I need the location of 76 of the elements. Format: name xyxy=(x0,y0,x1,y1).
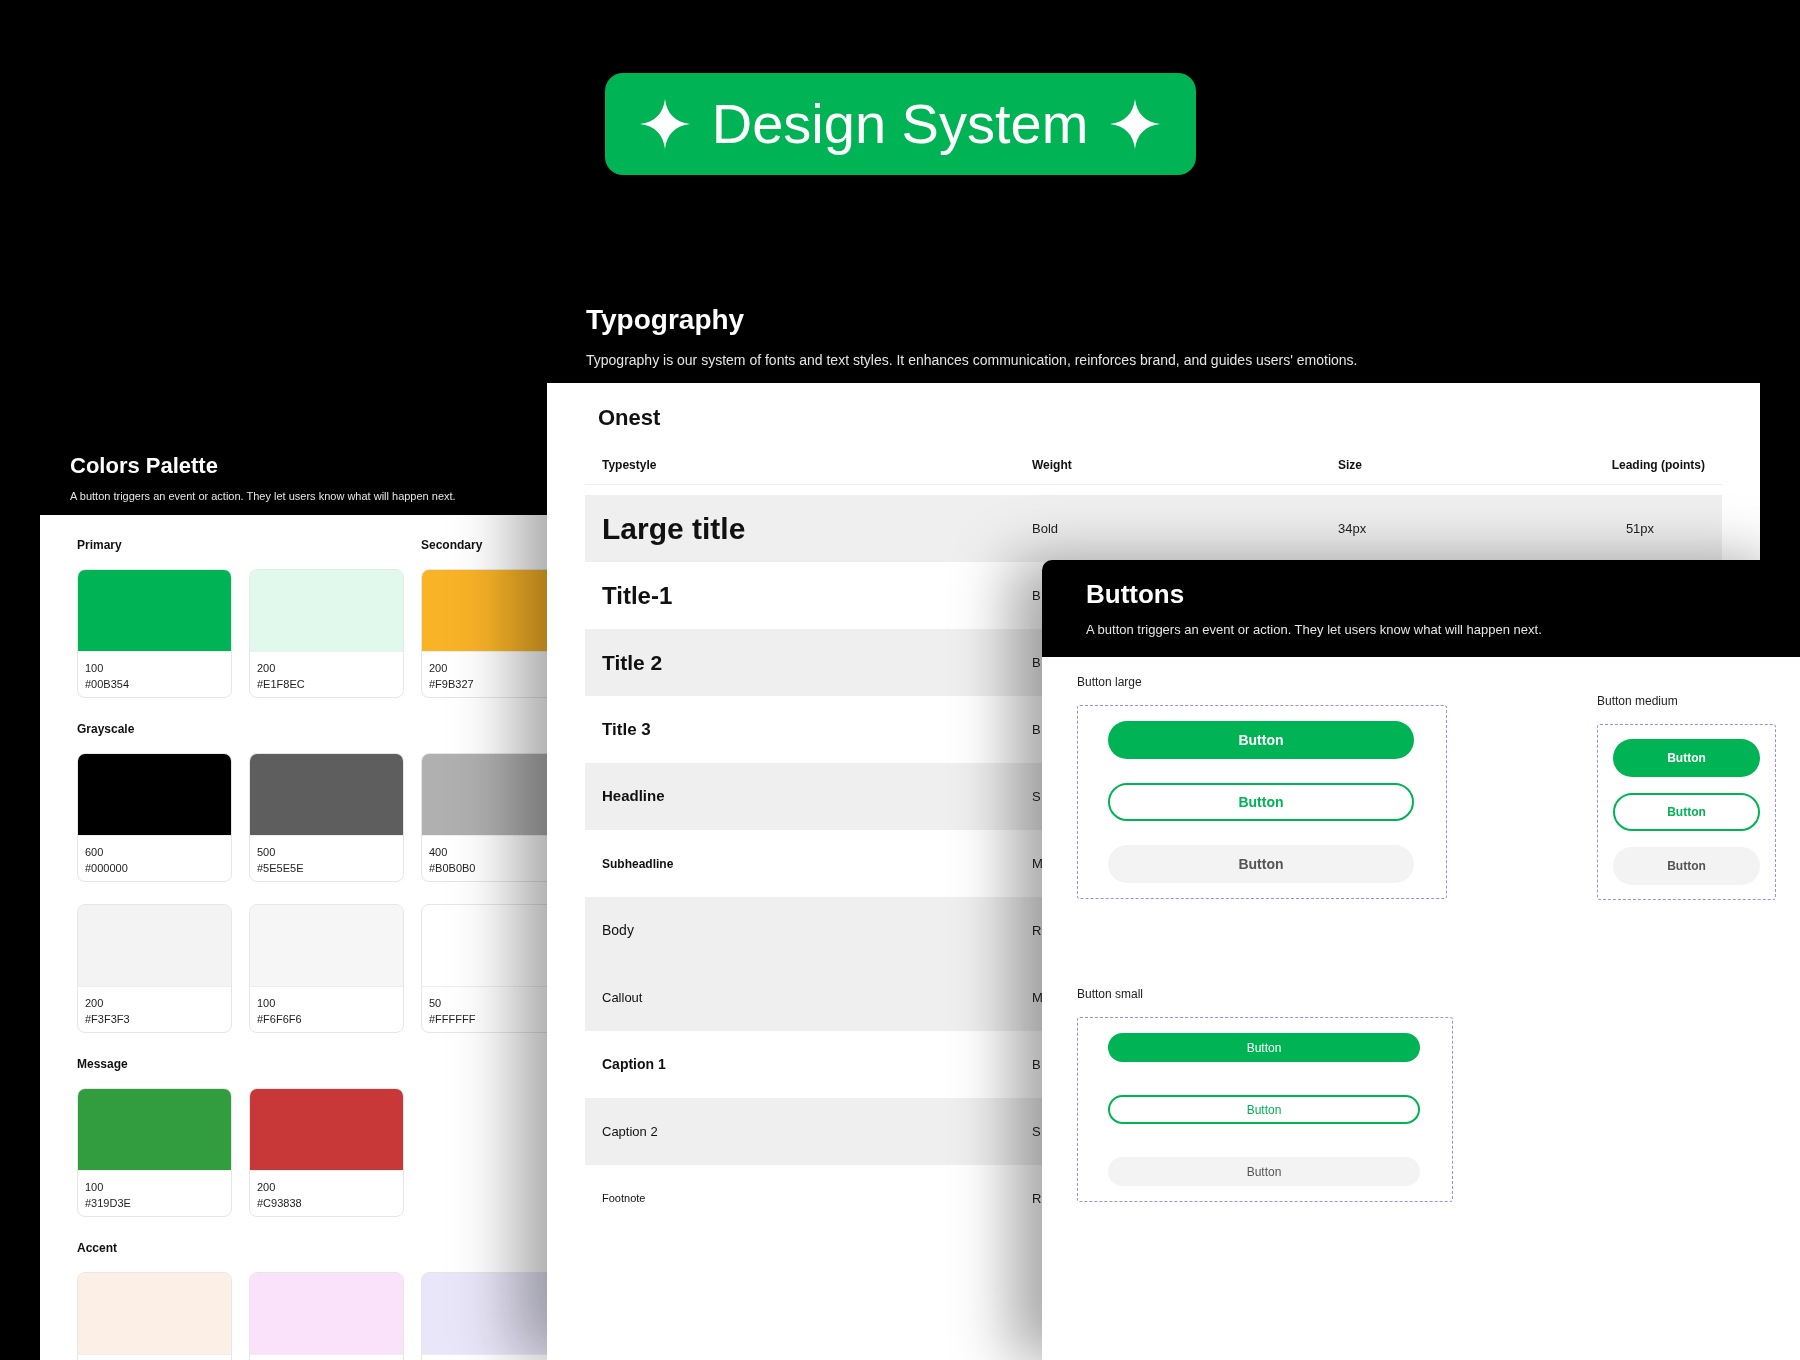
typestyle-name: Large title xyxy=(602,511,747,547)
hex-code: #F9B327 xyxy=(429,677,475,692)
typestyle-name: Title 2 xyxy=(602,649,664,676)
leading-value: 51px xyxy=(1624,519,1656,538)
weight-value: M xyxy=(1032,988,1043,1007)
panel-subtitle: Typography is our system of fonts and text styles. It enhances communication, reinforces brand, and guides users' emotions. xyxy=(586,351,1359,370)
section-label: Button medium xyxy=(1597,693,1678,710)
weight-value: Bold xyxy=(1032,519,1059,538)
shade-label: 600 xyxy=(85,845,105,860)
typestyle-name: Subheadline xyxy=(602,855,675,873)
shade-label: 500 xyxy=(257,845,277,860)
typestyle-name: Body xyxy=(602,921,635,940)
hex-code: #F6F6F6 xyxy=(257,1012,303,1027)
sample-button[interactable]: Button xyxy=(1108,721,1414,759)
typestyle-name: Caption 1 xyxy=(602,1055,667,1074)
sample-button[interactable]: Button xyxy=(1108,845,1414,883)
typestyle-name: Headline xyxy=(602,786,666,807)
hex-code: #B0B0B0 xyxy=(429,861,477,876)
panel-title: Colors Palette xyxy=(70,452,219,480)
hex-code: #00B354 xyxy=(85,677,131,692)
weight-value: R xyxy=(1032,1189,1042,1208)
sample-button[interactable]: Button xyxy=(1108,1157,1420,1186)
panel-title: Buttons xyxy=(1086,578,1186,610)
shade-label: 200 xyxy=(257,661,277,676)
sample-button[interactable]: Button xyxy=(1613,847,1760,885)
column-header: Weight xyxy=(1032,457,1073,474)
shade-label: 50 xyxy=(429,996,443,1011)
shade-label: 200 xyxy=(85,996,105,1011)
sample-button[interactable]: Button xyxy=(1613,739,1760,777)
sparkle-icon xyxy=(639,99,690,149)
weight-value: S xyxy=(1032,1122,1041,1141)
panel-title: Typography xyxy=(586,303,746,337)
font-family-name: Onest xyxy=(597,404,662,432)
weight-value: R xyxy=(1032,921,1042,940)
section-label: Button small xyxy=(1077,986,1144,1003)
shade-label: 100 xyxy=(257,996,277,1011)
hex-code: #FFFFFF xyxy=(429,1012,477,1027)
sample-button[interactable]: Button xyxy=(1108,1033,1420,1062)
column-header: Size xyxy=(1338,457,1363,474)
weight-value: B xyxy=(1032,653,1041,672)
typestyle-name: Caption 2 xyxy=(602,1122,659,1141)
hex-code: #E1F8EC xyxy=(257,677,306,692)
sample-button[interactable]: Button xyxy=(1108,783,1414,821)
hex-code: #C93838 xyxy=(257,1196,303,1211)
sparkle-icon xyxy=(1110,99,1161,149)
shade-label: 400 xyxy=(429,845,449,860)
panel-subtitle: A button triggers an event or action. They let users know what will happen next. xyxy=(70,489,457,504)
shade-label: 100 xyxy=(85,661,105,676)
typestyle-name: Title-1 xyxy=(602,580,674,611)
hex-code: #F3F3F3 xyxy=(85,1012,131,1027)
column-header: Typestyle xyxy=(602,457,658,474)
typestyle-name: Title 3 xyxy=(602,718,652,741)
shade-label: 200 xyxy=(257,1180,277,1195)
palette-group-label: Accent xyxy=(77,1240,118,1255)
column-header: Leading (points) xyxy=(1610,457,1705,474)
sample-button[interactable]: Button xyxy=(1613,793,1760,831)
section-label: Button large xyxy=(1077,674,1142,691)
size-value: 34px xyxy=(1338,519,1368,538)
shade-label: 100 xyxy=(85,1180,105,1195)
weight-value: B xyxy=(1032,586,1041,605)
typestyle-name: Callout xyxy=(602,988,644,1007)
typestyle-name: Footnote xyxy=(602,1191,647,1207)
palette-group-label: Grayscale xyxy=(77,721,136,736)
panel-subtitle: A button triggers an event or action. They let users know what will happen next. xyxy=(1086,621,1543,639)
weight-value: M xyxy=(1032,854,1043,873)
sample-button[interactable]: Button xyxy=(1108,1095,1420,1124)
hex-code: #319D3E xyxy=(85,1196,132,1211)
weight-value: B xyxy=(1032,1055,1041,1074)
hex-code: #000000 xyxy=(85,861,129,876)
shade-label: 200 xyxy=(429,661,449,676)
hex-code: #5E5E5E xyxy=(257,861,305,876)
palette-group-label: Message xyxy=(77,1056,129,1071)
weight-value: S xyxy=(1032,787,1041,806)
weight-value: B xyxy=(1032,720,1041,739)
palette-group-label: Secondary xyxy=(421,537,484,552)
palette-group-label: Primary xyxy=(77,537,123,552)
